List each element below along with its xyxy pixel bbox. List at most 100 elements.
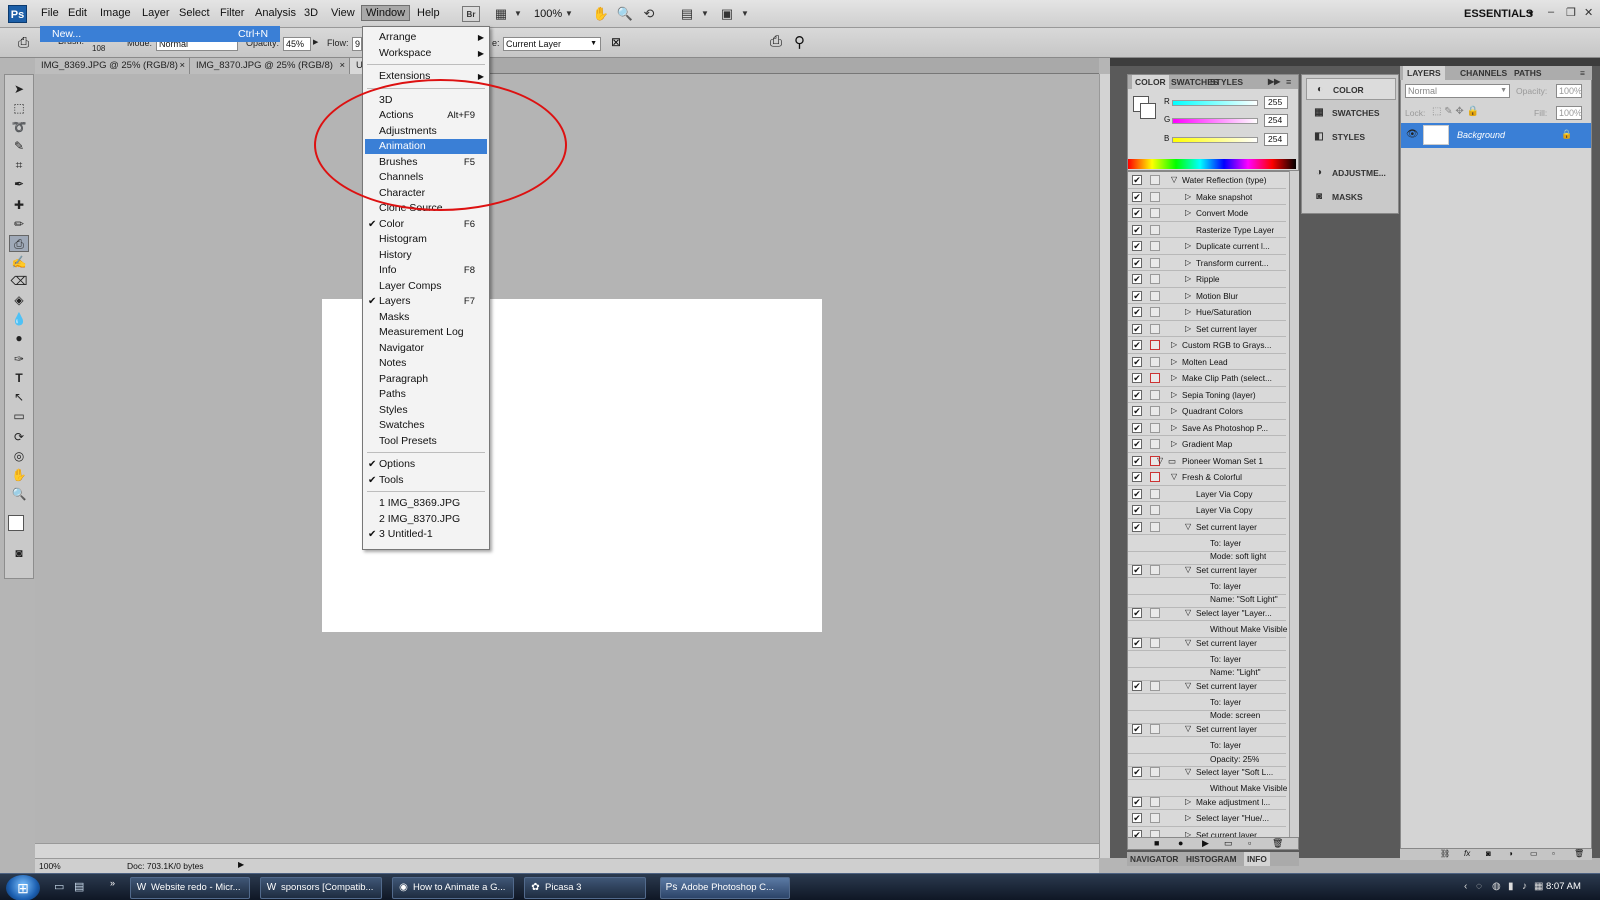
dialog-toggle[interactable]: [1150, 290, 1160, 301]
taskbar-photoshop[interactable]: Ps Adobe Photoshop C...: [660, 877, 790, 899]
toggle-checkbox[interactable]: ✔: [1132, 356, 1142, 367]
toggle-checkbox[interactable]: ✔: [1132, 340, 1142, 350]
dialog-toggle[interactable]: [1150, 521, 1160, 532]
tab-styles[interactable]: STYLES: [1210, 75, 1243, 89]
chevron-right-icon[interactable]: ▶: [313, 38, 318, 46]
toggle-checkbox[interactable]: ✔: [1132, 323, 1142, 334]
brush-tool-icon[interactable]: ✏: [9, 216, 29, 233]
dialog-toggle[interactable]: [1150, 224, 1160, 235]
dialog-toggle[interactable]: [1150, 191, 1160, 202]
dialog-toggle[interactable]: [1150, 439, 1160, 449]
collapsed-triangle-icon[interactable]: ▷: [1185, 321, 1191, 337]
expanded-triangle-icon[interactable]: ▽: [1171, 172, 1177, 188]
red-value[interactable]: 255: [1264, 96, 1288, 109]
toggle-checkbox[interactable]: ✔: [1132, 766, 1142, 777]
window-menu-item-notes[interactable]: Notes: [365, 356, 487, 371]
close-icon[interactable]: ✕: [1584, 6, 1593, 19]
clone-stamp-icon[interactable]: ⎙: [18, 34, 29, 51]
expanded-triangle-icon[interactable]: ▽: [1185, 605, 1191, 621]
taskbar-picasa[interactable]: ✿ Picasa 3: [524, 877, 646, 899]
chevron-down-icon[interactable]: ▼: [560, 6, 578, 22]
layer-name[interactable]: Background: [1457, 130, 1505, 140]
type-tool-icon[interactable]: T: [9, 370, 29, 387]
window-menu-item-paths[interactable]: Paths: [365, 387, 487, 402]
action-row[interactable]: ✔ ▽ Select layer "Layer...: [1128, 605, 1286, 622]
opacity-field[interactable]: 45%: [283, 37, 311, 51]
toggle-checkbox[interactable]: ✔: [1132, 439, 1142, 449]
collapsed-triangle-icon[interactable]: ▷: [1171, 337, 1177, 353]
tab-info[interactable]: INFO: [1244, 852, 1270, 866]
window-menu-item-navigator[interactable]: Navigator: [365, 341, 487, 356]
toggle-checkbox[interactable]: ✔: [1132, 637, 1142, 648]
dialog-toggle[interactable]: [1150, 488, 1160, 499]
marquee-tool-icon[interactable]: ⬚: [9, 100, 29, 117]
action-row[interactable]: ✔ ▷ Gradient Map: [1128, 436, 1286, 453]
layer-row-background[interactable]: 👁 Background 🔒: [1401, 123, 1591, 148]
collapsed-triangle-icon[interactable]: ▷: [1185, 304, 1191, 320]
action-row[interactable]: ✔ ▽ Fresh & Colorful: [1128, 469, 1286, 486]
action-row[interactable]: ✔ ▷ Make adjustment l...: [1128, 794, 1286, 811]
minimize-icon[interactable]: –: [1548, 6, 1554, 18]
chevron-down-icon[interactable]: ▼: [509, 6, 527, 22]
toggle-checkbox[interactable]: ✔: [1132, 607, 1142, 618]
toggle-checkbox[interactable]: ✔: [1132, 796, 1142, 807]
lock-icons[interactable]: ⬚ ✎ ✥ 🔒: [1432, 106, 1479, 117]
window-menu-item-history[interactable]: History: [365, 248, 487, 263]
tab-img-8369[interactable]: IMG_8369.JPG @ 25% (RGB/8) ×: [35, 58, 190, 74]
clone-stamp-tool-icon[interactable]: ⎙: [9, 235, 29, 252]
collapsed-triangle-icon[interactable]: ▷: [1171, 387, 1177, 403]
toggle-checkbox[interactable]: ✔: [1132, 422, 1142, 433]
eyedropper-icon[interactable]: ✒: [9, 176, 29, 193]
green-slider[interactable]: [1172, 118, 1258, 124]
zoom-tool-icon[interactable]: 🔍: [616, 6, 634, 22]
arrange-documents-icon[interactable]: ▤: [678, 6, 696, 22]
color-spectrum-bar[interactable]: [1128, 159, 1296, 169]
menu-window[interactable]: Window: [361, 5, 411, 21]
new-layer-icon[interactable]: ▫: [1552, 849, 1555, 858]
action-row[interactable]: ✔ ▽ Set current layer: [1128, 519, 1286, 535]
menu-view[interactable]: View: [327, 6, 359, 20]
dialog-toggle[interactable]: [1150, 389, 1160, 400]
toggle-checkbox[interactable]: ✔: [1132, 680, 1142, 691]
blue-slider[interactable]: [1172, 137, 1258, 143]
window-menu-item-styles[interactable]: Styles: [365, 403, 487, 418]
action-row[interactable]: ✔ Layer Via Copy: [1128, 502, 1286, 519]
menu-filter[interactable]: Filter: [216, 6, 248, 20]
history-brush-icon[interactable]: ✍: [9, 254, 29, 271]
eraser-icon[interactable]: ⌫: [9, 273, 29, 290]
action-row[interactable]: ✔ ▷ Make snapshot: [1128, 189, 1286, 205]
actions-scrollbar[interactable]: [1289, 171, 1299, 837]
action-row[interactable]: ✔ ▷ Convert Mode: [1128, 205, 1286, 222]
chevron-down-icon[interactable]: ▼: [736, 6, 754, 22]
toggle-checkbox[interactable]: ✔: [1132, 455, 1142, 466]
window-menu-item-tool-presets[interactable]: Tool Presets: [365, 434, 487, 449]
window-menu-item-histogram[interactable]: Histogram: [365, 232, 487, 247]
blur-tool-icon[interactable]: 💧: [9, 311, 29, 328]
dialog-toggle[interactable]: [1150, 274, 1160, 284]
action-row[interactable]: ✔ ▽ Select layer "Soft L...: [1128, 764, 1286, 781]
collapsed-triangle-icon[interactable]: ▷: [1171, 420, 1177, 436]
background-color-swatch[interactable]: [1140, 103, 1156, 119]
dialog-toggle[interactable]: [1150, 505, 1160, 515]
dialog-toggle[interactable]: [1150, 766, 1160, 777]
fx-icon[interactable]: fx: [1464, 849, 1470, 858]
toggle-checkbox[interactable]: ✔: [1132, 224, 1142, 235]
window-menu-item-tools[interactable]: ✔ Tools: [365, 473, 487, 488]
toggle-checkbox[interactable]: ✔: [1132, 257, 1142, 268]
collapsed-triangle-icon[interactable]: ▷: [1171, 403, 1177, 419]
expanded-triangle-icon[interactable]: ▽: [1185, 764, 1191, 780]
zoom-tool-icon[interactable]: 🔍: [9, 486, 29, 503]
collapsed-triangle-icon[interactable]: ▷: [1171, 370, 1177, 386]
toggle-checkbox[interactable]: ✔: [1132, 564, 1142, 575]
collapsed-triangle-icon[interactable]: ▷: [1185, 255, 1191, 271]
toggle-checkbox[interactable]: ✔: [1132, 274, 1142, 284]
dock-styles-button[interactable]: ◧ STYLES: [1306, 126, 1396, 148]
window-menu-item-info[interactable]: Info F8: [365, 263, 487, 278]
tray-sync-icon[interactable]: ◍: [1492, 881, 1501, 892]
window-menu-item-2-img-8370-jpg[interactable]: 2 IMG_8370.JPG: [365, 512, 487, 527]
dialog-toggle[interactable]: [1150, 796, 1160, 807]
action-row[interactable]: ✔ ▽ Set current layer: [1128, 635, 1286, 651]
path-select-icon[interactable]: ↖: [9, 389, 29, 406]
menu-layer[interactable]: Layer: [138, 6, 174, 20]
tray-app-icon[interactable]: ◌: [1476, 881, 1482, 892]
